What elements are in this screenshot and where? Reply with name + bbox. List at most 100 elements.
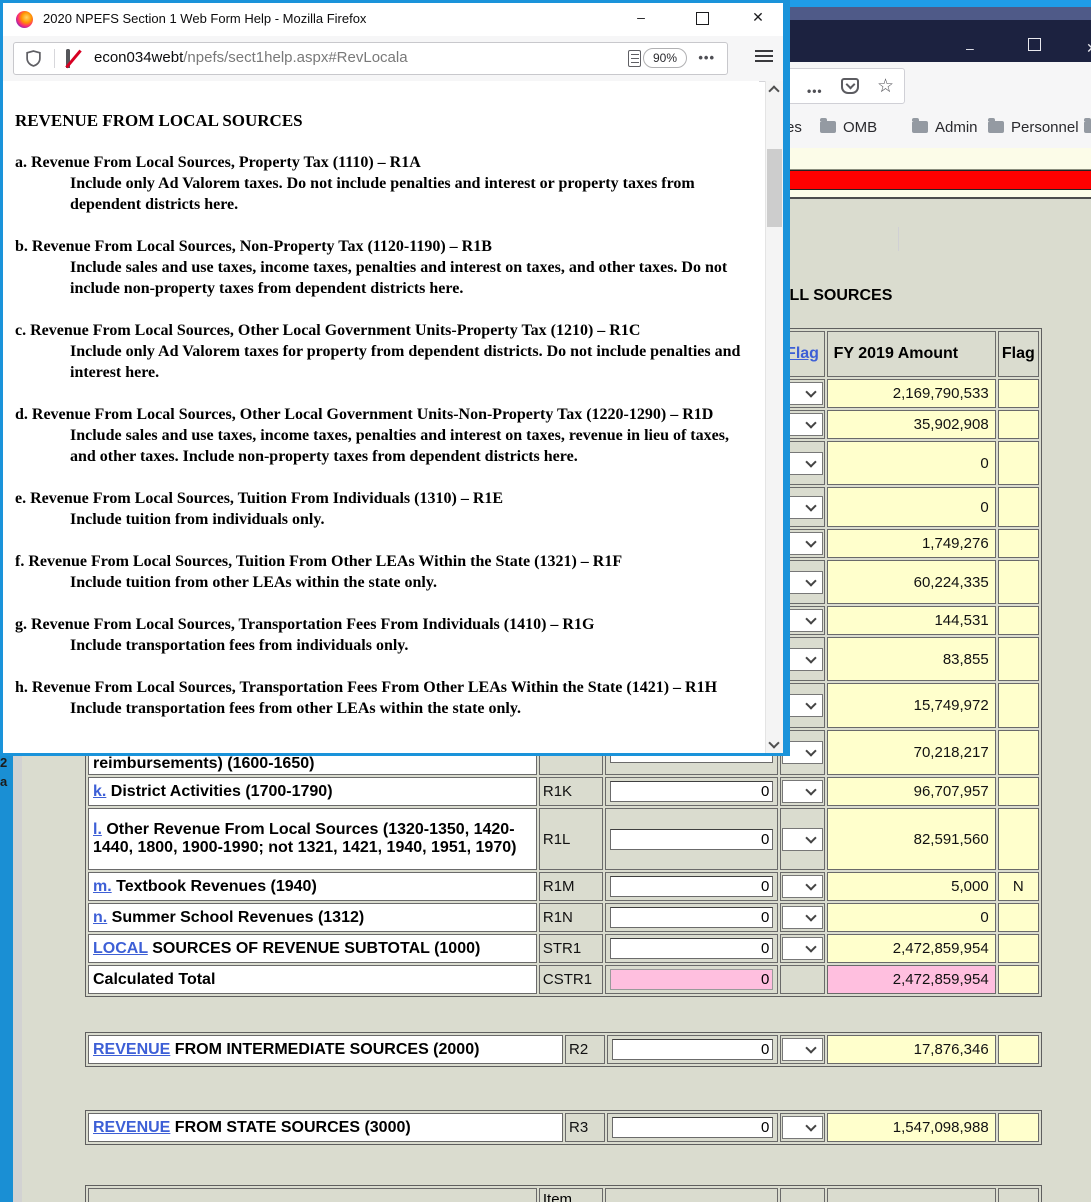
flag-help-link[interactable]: Flag (786, 345, 819, 362)
label-cell: Calculated Total (88, 965, 537, 994)
row-help-link[interactable]: n. (93, 909, 107, 926)
amount-input[interactable] (610, 828, 774, 850)
label-cell: LOCAL SOURCES OF REVENUE SUBTOTAL (1000) (88, 934, 537, 963)
bookmarks-separator (898, 227, 899, 251)
row-help-link[interactable]: l. (93, 821, 102, 838)
url-text[interactable]: econ034webt/npefs/sect1help.aspx#RevLoca… (94, 49, 408, 66)
scroll-down-icon[interactable] (768, 737, 780, 749)
help-entry: c. Revenue From Local Sources, Other Loc… (15, 322, 741, 381)
flag-select-cell (780, 903, 825, 932)
calculated-input (610, 969, 774, 990)
flag-select[interactable] (781, 1038, 823, 1061)
page-actions-icon[interactable]: ••• (698, 50, 715, 65)
row-help-link[interactable]: REVENUE (93, 1041, 170, 1058)
table-row-r1k: k. District Activities (1700-1790) R1K 9… (88, 777, 1039, 806)
help-content: REVENUE FROM LOCAL SOURCES a. Revenue Fr… (3, 81, 759, 753)
scrollbar-thumb[interactable] (767, 149, 782, 227)
flag-cell (997, 1113, 1039, 1142)
amount-input[interactable] (612, 1039, 774, 1060)
reader-mode-icon[interactable] (628, 50, 641, 67)
scroll-up-icon[interactable] (768, 84, 780, 97)
scrollbar[interactable] (765, 81, 783, 753)
item-cell: R3 (565, 1113, 606, 1142)
intermediate-sources-table: REVENUE FROM INTERMEDIATE SOURCES (2000)… (85, 1032, 1042, 1067)
close-button[interactable]: ✕ (1086, 40, 1091, 57)
folder-icon (820, 118, 836, 133)
item-cell: R2 (565, 1035, 606, 1064)
amount-input[interactable] (610, 876, 774, 897)
flag2-header-cell: Flag (997, 331, 1039, 377)
amount-cell: 2,472,859,954 (826, 965, 996, 994)
amount-cell: 35,902,908 (826, 410, 996, 439)
row-help-link[interactable]: k. (93, 783, 106, 800)
flag-select-cell (780, 965, 825, 994)
flag-select[interactable] (782, 827, 823, 851)
flag-select[interactable] (781, 1116, 823, 1139)
label-cell: m. Textbook Revenues (1940) (88, 872, 537, 901)
amount-cell: 0 (826, 903, 996, 932)
flag-cell (997, 683, 1039, 728)
folder-icon (1084, 118, 1091, 133)
item-cell: R1N (538, 903, 604, 932)
flag-select-cell (780, 808, 825, 870)
bookmark-folder-partial[interactable] (1084, 118, 1091, 136)
flag-select[interactable] (782, 780, 823, 803)
star-icon[interactable]: ☆ (877, 77, 894, 96)
row-help-link[interactable]: REVENUE (93, 1119, 170, 1136)
shield-icon[interactable] (26, 50, 41, 72)
amount-header-cell: FY 2019 Amount (826, 331, 996, 377)
flag-cell (997, 487, 1039, 527)
amount-input[interactable] (612, 1117, 774, 1138)
flag-cell (997, 808, 1039, 870)
page-actions-icon[interactable]: ••• (807, 85, 823, 97)
menu-icon[interactable] (755, 50, 773, 65)
flag-select[interactable] (782, 937, 823, 960)
row-help-link[interactable]: LOCAL (93, 940, 148, 957)
input-cell (605, 965, 779, 994)
table-row-r3: REVENUE FROM STATE SOURCES (3000) R3 1,5… (88, 1113, 1039, 1142)
flag-cell (997, 441, 1039, 485)
bookmark-folder-personnel[interactable]: Personnel (988, 118, 1079, 136)
flag-select[interactable] (782, 875, 823, 898)
flag-select[interactable] (782, 906, 823, 929)
row-help-link[interactable]: m. (93, 878, 112, 895)
help-entry: h. Revenue From Local Sources, Transport… (15, 679, 718, 717)
amount-input[interactable] (610, 938, 774, 959)
amount-cell: 83,855 (826, 637, 996, 681)
flag-select-cell (780, 1035, 825, 1064)
amount-cell: 15,749,972 (826, 683, 996, 728)
help-entry: f. Revenue From Local Sources, Tuition F… (15, 553, 623, 591)
label-cell: REVENUE FROM STATE SOURCES (3000) (88, 1113, 564, 1142)
item-cell: R1L (538, 808, 604, 870)
url-host: econ034webt (94, 49, 184, 66)
url-bar[interactable]: econ034webt/npefs/sect1help.aspx#RevLoca… (13, 42, 728, 75)
amount-cell: 1,547,098,988 (826, 1113, 996, 1142)
bookmark-folder-omb[interactable]: OMB (820, 118, 877, 136)
label-cell: l. Other Revenue From Local Sources (132… (88, 808, 537, 870)
bookmark-folder-admin[interactable]: Admin (912, 118, 978, 136)
insecure-lock-icon[interactable] (65, 49, 82, 69)
amount-cell: 82,591,560 (826, 808, 996, 870)
item-cell: STR1 (538, 934, 604, 963)
url-path: /npefs/sect1help.aspx#RevLocala (183, 49, 408, 66)
input-header-cell (605, 1188, 779, 1202)
help-entry: e. Revenue From Local Sources, Tuition F… (15, 490, 504, 528)
help-entry: a. Revenue From Local Sources, Property … (15, 154, 695, 213)
maximize-icon (695, 12, 709, 25)
popup-titlebar[interactable]: 2020 NPEFS Section 1 Web Form Help - Moz… (3, 3, 783, 36)
minimize-button[interactable]: – (626, 9, 656, 25)
flag-cell (997, 560, 1039, 604)
pocket-icon[interactable] (841, 78, 859, 97)
help-entry: g. Revenue From Local Sources, Transport… (15, 616, 595, 654)
zoom-level-badge[interactable]: 90% (642, 48, 687, 68)
maximize-button[interactable] (1028, 38, 1041, 54)
amount-input[interactable] (610, 781, 774, 802)
minimize-button[interactable]: – (966, 40, 974, 56)
flag-select-cell (780, 934, 825, 963)
amount-input[interactable] (610, 907, 774, 928)
popup-title: 2020 NPEFS Section 1 Web Form Help - Moz… (43, 11, 367, 26)
maximize-button[interactable] (687, 12, 717, 28)
item-cell: R1K (538, 777, 604, 806)
close-button[interactable]: ✕ (743, 9, 773, 26)
flag-cell (997, 777, 1039, 806)
